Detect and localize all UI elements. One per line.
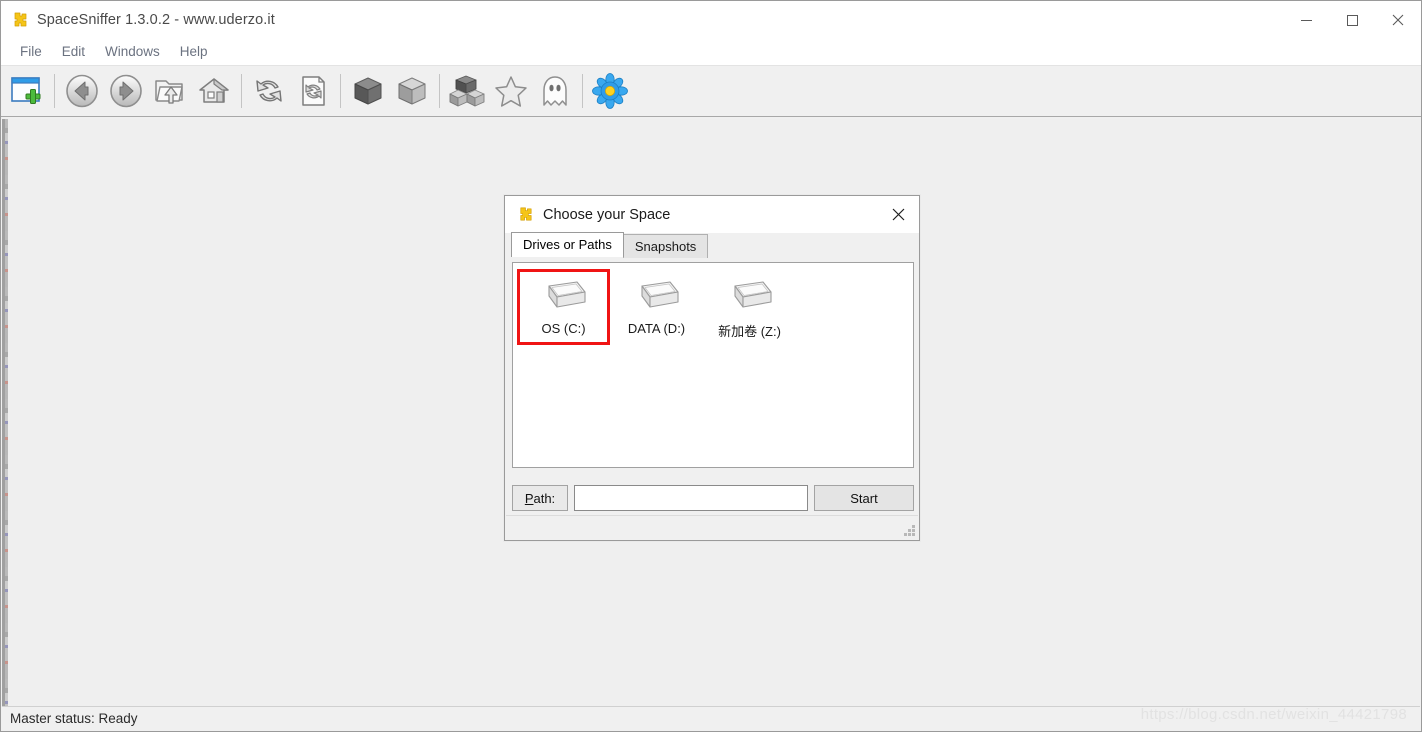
toolbar-separator (54, 74, 55, 108)
dialog-tabstrip: Drives or Paths Snapshots (505, 232, 919, 258)
menu-bar: File Edit Windows Help (1, 39, 1421, 65)
show-blocks-button[interactable] (445, 69, 489, 113)
spacesniffer-puzzle-icon (517, 206, 534, 223)
drive-label: 新加卷 (Z:) (718, 324, 781, 339)
refresh-circular-arrows-icon (256, 80, 282, 102)
hard-drive-icon (547, 281, 586, 308)
window-title: SpaceSniffer 1.3.0.2 - www.uderzo.it (37, 12, 275, 28)
path-row: Path: Start (512, 485, 914, 511)
folder-up-arrow-icon (155, 80, 183, 104)
title-bar: SpaceSniffer 1.3.0.2 - www.uderzo.it (1, 1, 1421, 39)
new-window-plus-icon (11, 77, 41, 104)
minimize-button[interactable] (1283, 1, 1329, 39)
new-scan-button[interactable] (5, 69, 49, 113)
hard-drive-icon (640, 281, 679, 308)
blue-flower-icon (592, 73, 628, 109)
toolbar-separator (439, 74, 440, 108)
path-label-accel: P (524, 490, 534, 506)
choose-your-space-dialog: Choose your Space Drives or Paths Snapsh… (504, 195, 920, 541)
spacesniffer-main-window: SpaceSniffer 1.3.0.2 - www.uderzo.it Fil… (0, 0, 1422, 732)
minimize-icon (1300, 19, 1312, 21)
drive-item-os-c[interactable]: OS (C:) (517, 269, 610, 345)
home-button[interactable] (192, 69, 236, 113)
less-detail-button[interactable] (346, 69, 390, 113)
path-label-rest: ath: (533, 490, 556, 506)
drive-label: DATA (D:) (627, 321, 686, 336)
arrow-left-circle-icon (66, 74, 98, 108)
toolbar-separator (582, 74, 583, 108)
menu-item-edit[interactable]: Edit (52, 42, 95, 62)
drive-item-data-d[interactable]: DATA (D:) (610, 269, 703, 345)
drive-list-panel[interactable]: OS (C:) DATA (D:) 新加卷 (Z:) (512, 262, 914, 468)
toolbar (1, 65, 1421, 117)
star-icon (495, 76, 527, 107)
dialog-footer (506, 515, 918, 539)
master-status-text: Master status: Ready (10, 711, 138, 726)
start-button[interactable]: Start (814, 485, 914, 511)
home-icon (199, 78, 229, 103)
toolbar-separator (241, 74, 242, 108)
tab-snapshots[interactable]: Snapshots (622, 234, 709, 258)
status-bar: Master status: Ready (2, 706, 1420, 730)
canvas-edge-artifact (5, 119, 8, 706)
window-controls (1283, 1, 1421, 39)
maximize-icon (1346, 14, 1358, 26)
more-detail-button[interactable] (390, 69, 434, 113)
dialog-title: Choose your Space (543, 206, 671, 223)
menu-item-windows[interactable]: Windows (95, 42, 170, 62)
drive-row: OS (C:) DATA (D:) 新加卷 (Z:) (517, 269, 909, 349)
spacesniffer-puzzle-icon (11, 11, 29, 29)
menu-item-file[interactable]: File (10, 42, 52, 62)
menu-item-help[interactable]: Help (170, 42, 218, 62)
refresh-file-button[interactable] (291, 69, 335, 113)
path-input[interactable] (574, 485, 808, 511)
ghost-icon (543, 76, 567, 106)
resize-grip-icon[interactable] (902, 523, 915, 536)
multiple-cubes-icon (449, 75, 485, 107)
dialog-title-bar: Choose your Space (505, 196, 919, 233)
arrow-right-circle-icon (110, 74, 142, 108)
drive-label: OS (C:) (541, 321, 586, 336)
close-icon (892, 208, 904, 221)
forward-button[interactable] (104, 69, 148, 113)
favorites-button[interactable] (489, 69, 533, 113)
path-label-button[interactable]: Path: (512, 485, 568, 511)
rescan-button[interactable] (247, 69, 291, 113)
close-button[interactable] (1375, 1, 1421, 39)
light-cube-icon (398, 77, 426, 105)
drive-item-z[interactable]: 新加卷 (Z:) (703, 269, 796, 349)
close-icon (1392, 14, 1404, 26)
maximize-button[interactable] (1329, 1, 1375, 39)
configure-button[interactable] (588, 69, 632, 113)
dark-cube-icon (354, 77, 382, 105)
parent-folder-button[interactable] (148, 69, 192, 113)
dialog-close-button[interactable] (877, 196, 919, 233)
hard-drive-icon (733, 281, 772, 308)
refresh-document-icon (302, 76, 325, 106)
tab-drives-or-paths[interactable]: Drives or Paths (511, 232, 624, 257)
back-button[interactable] (60, 69, 104, 113)
toolbar-separator (340, 74, 341, 108)
show-hidden-button[interactable] (533, 69, 577, 113)
